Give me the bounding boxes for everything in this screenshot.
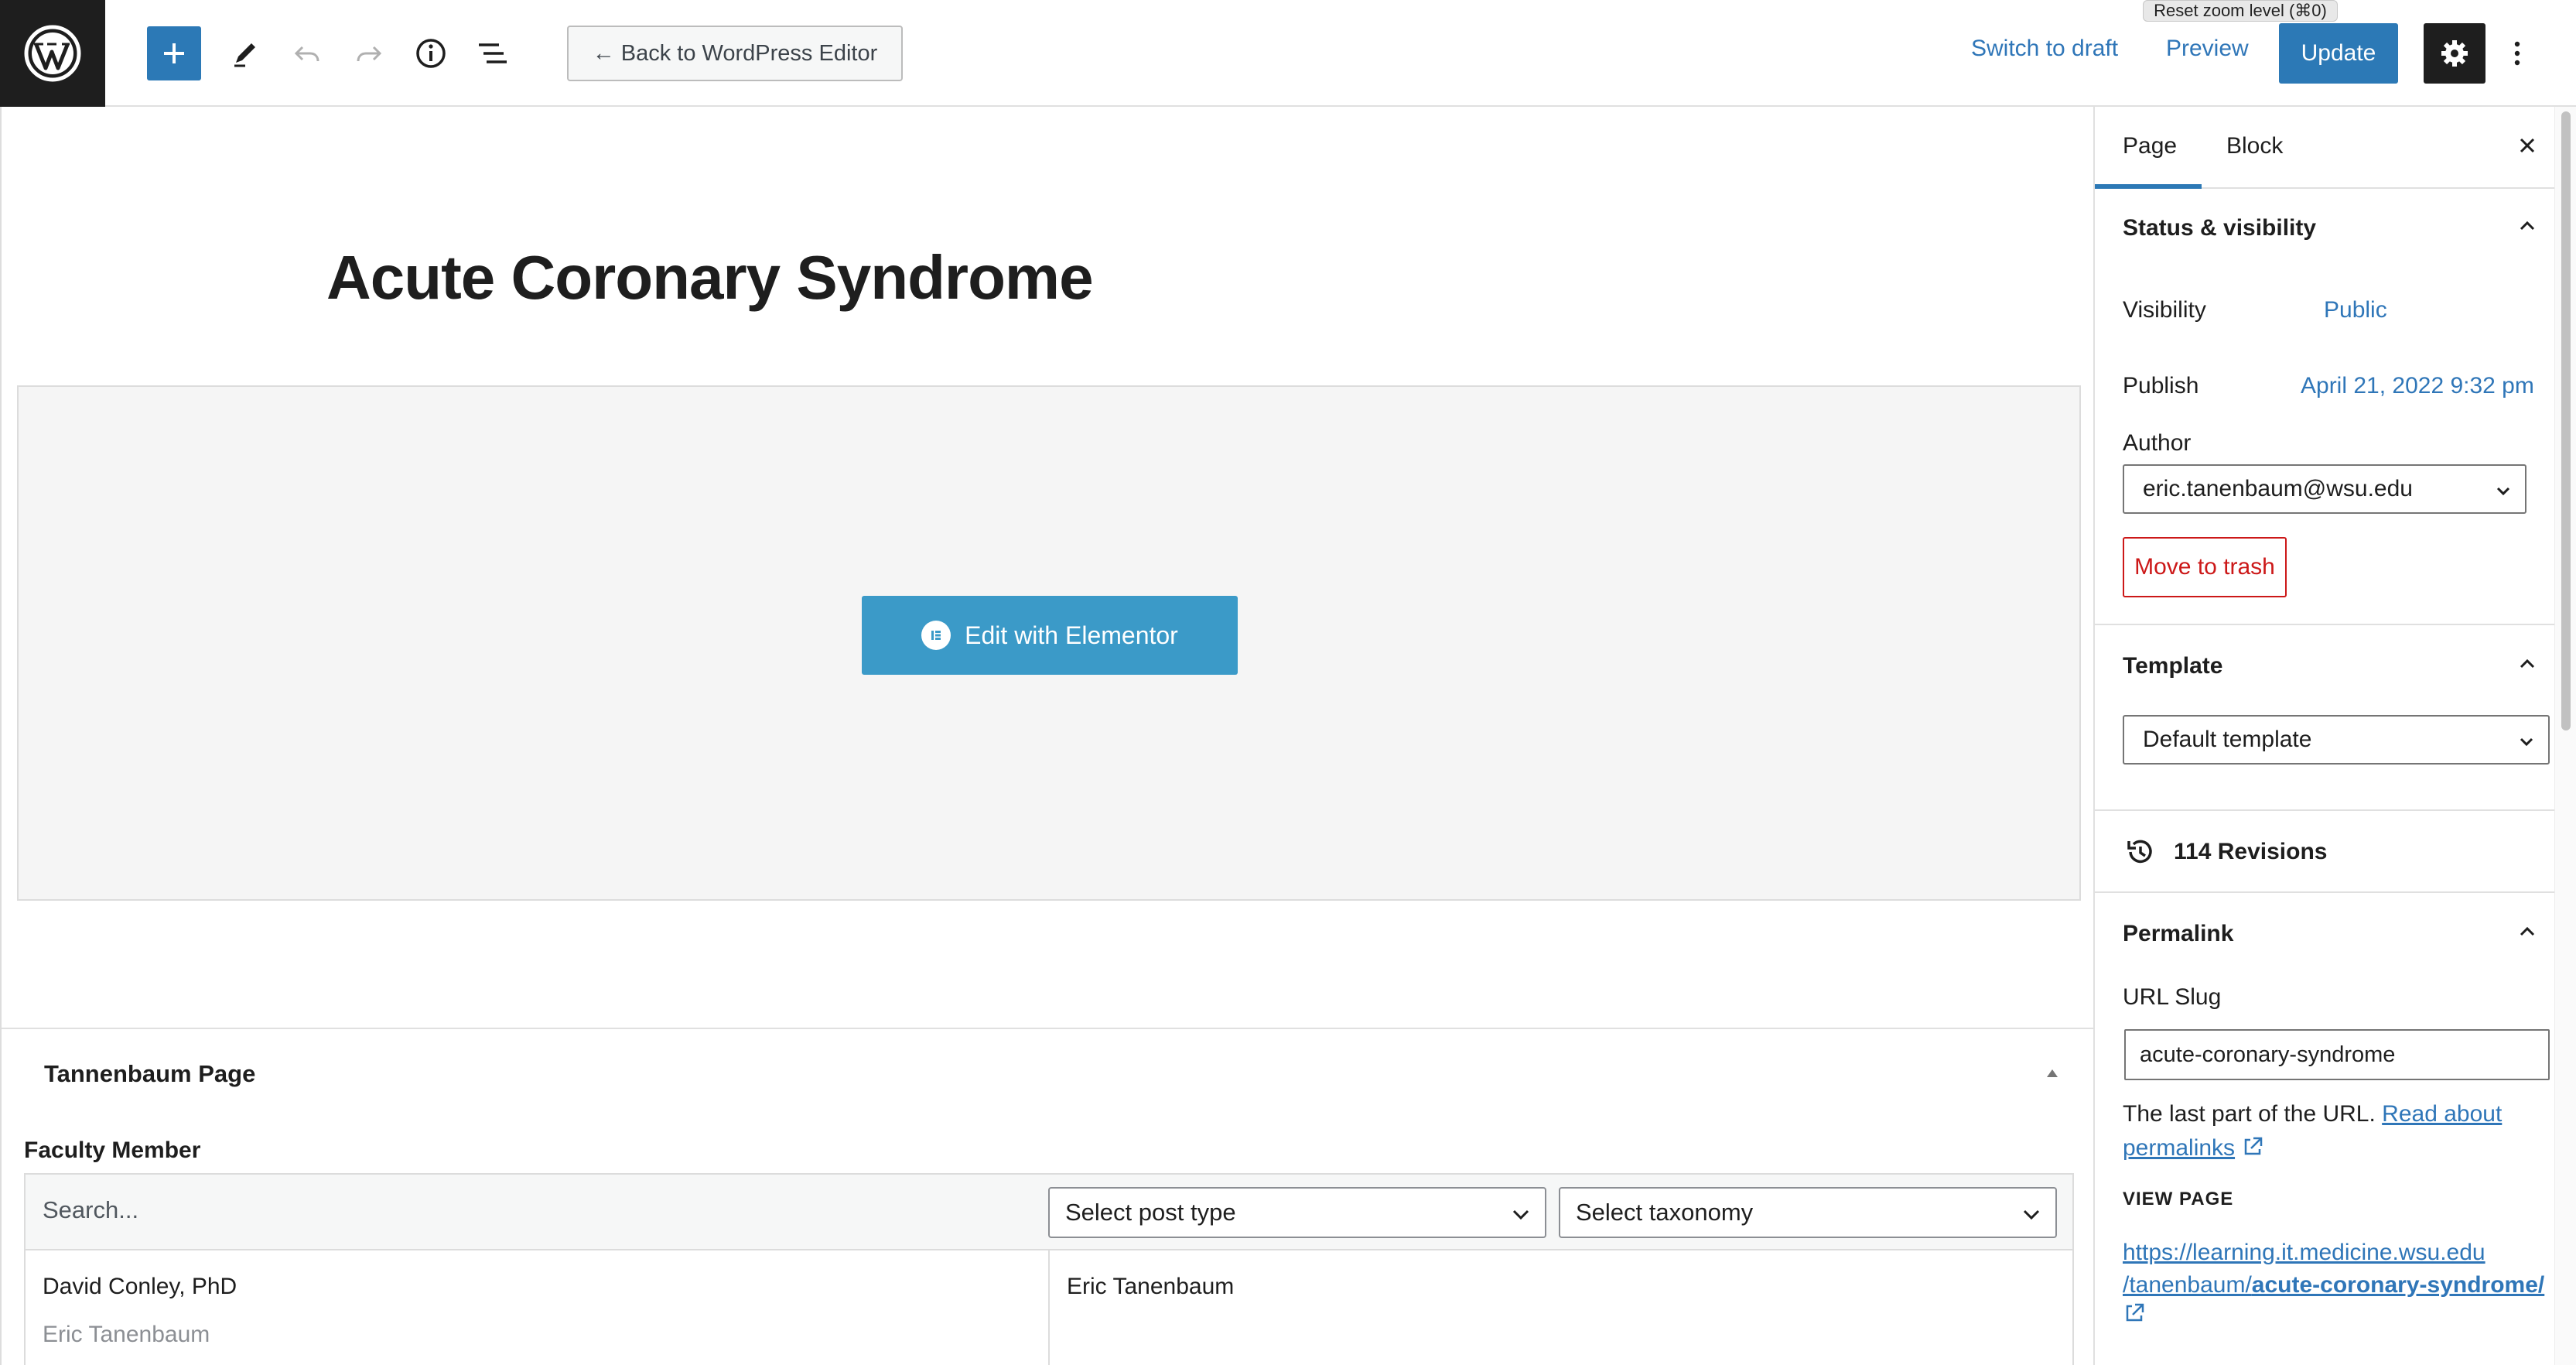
visibility-label: Visibility (2123, 297, 2206, 323)
template-select-value: Default template (2143, 727, 2312, 752)
view-page-label: VIEW PAGE (2123, 1189, 2234, 1209)
permalink-help: The last part of the URL. Read about per… (2123, 1097, 2540, 1165)
settings-sidebar: Page Block Status & visibility Visibilit… (2093, 107, 2556, 1365)
chevron-down-icon (2496, 487, 2510, 496)
sidebar-scrollbar[interactable] (2554, 107, 2576, 1365)
revisions-label: 114 Revisions (2174, 839, 2328, 864)
publish-date-toggle[interactable]: April 21, 2022 9:32 pm (2301, 373, 2534, 399)
chevron-down-icon (2520, 737, 2533, 747)
status-visibility-heading[interactable]: Status & visibility (2123, 215, 2316, 241)
chevron-up-icon[interactable] (2516, 653, 2538, 675)
taxonomy-select[interactable]: Select taxonomy (1559, 1187, 2057, 1238)
permalink-help-text: The last part of the URL. (2123, 1101, 2376, 1127)
selected-item[interactable]: Eric Tanenbaum (1067, 1274, 1234, 1300)
switch-to-draft-button[interactable]: Switch to draft (1971, 36, 2118, 62)
list-view-icon (479, 43, 507, 63)
close-icon (2520, 138, 2535, 153)
chevron-up-icon[interactable] (2516, 921, 2538, 942)
options-button[interactable] (2503, 23, 2531, 84)
edit-with-elementor-label: Edit with Elementor (965, 621, 1178, 649)
active-tab-indicator (2095, 184, 2202, 189)
chevron-up-icon[interactable] (2516, 215, 2538, 237)
panel-divider (2095, 809, 2556, 811)
author-label: Author (2123, 430, 2192, 456)
history-icon (2127, 840, 2152, 864)
permalink-url-base: https://learning.it.medicine.wsu.edu (2123, 1240, 2485, 1265)
faculty-member-label: Faculty Member (24, 1138, 201, 1163)
relationship-filters: Search... Select post type Select taxono… (26, 1175, 2072, 1250)
plus-icon (164, 43, 184, 63)
post-type-select[interactable]: Select post type (1048, 1187, 1546, 1238)
undo-button[interactable] (280, 26, 334, 80)
url-slug-input[interactable]: acute-coronary-syndrome (2124, 1029, 2550, 1080)
external-link-icon (2126, 1303, 2144, 1322)
chevron-down-icon (1512, 1209, 1529, 1220)
permalink-heading[interactable]: Permalink (2123, 921, 2233, 947)
template-select[interactable]: Default template (2123, 715, 2550, 765)
permalink-url: https://learning.it.medicine.wsu.edu/tan… (2123, 1237, 2556, 1334)
metabox-toggle-button[interactable] (2044, 1066, 2061, 1083)
back-to-editor-button[interactable]: ← Back to WordPress Editor (567, 26, 903, 81)
publish-label: Publish (2123, 373, 2199, 399)
redo-icon (357, 46, 382, 62)
external-link-icon (2245, 1137, 2263, 1155)
list-view-button[interactable] (466, 26, 520, 80)
tab-page[interactable]: Page (2123, 133, 2177, 159)
settings-button[interactable] (2424, 23, 2485, 84)
editor-canvas: Acute Coronary Syndrome Edit with Elemen… (0, 107, 2095, 1365)
move-to-trash-button[interactable]: Move to trash (2123, 537, 2287, 597)
choice-item-disabled[interactable]: Eric Tanenbaum (43, 1322, 210, 1348)
reset-zoom-tooltip: Reset zoom level (⌘0) (2143, 0, 2338, 22)
update-button[interactable]: Update (2279, 23, 2398, 84)
sidebar-tabs: Page Block (2095, 107, 2556, 189)
panel-divider (2095, 891, 2556, 893)
choice-item[interactable]: David Conley, PhD (43, 1274, 237, 1300)
pencil-icon (234, 43, 255, 67)
relationship-field: Search... Select post type Select taxono… (24, 1173, 2074, 1365)
info-icon (416, 39, 446, 68)
revisions-button[interactable]: 114 Revisions (2123, 833, 2525, 871)
details-button[interactable] (404, 26, 458, 80)
author-select-value: eric.tanenbaum@wsu.edu (2143, 476, 2413, 501)
edit-with-elementor-button[interactable]: Edit with Elementor (862, 596, 1238, 675)
visibility-toggle[interactable]: Public (2324, 297, 2387, 323)
url-slug-label: URL Slug (2123, 984, 2222, 1010)
permalink-url-path: /tanenbaum/ (2123, 1272, 2252, 1298)
taxonomy-select-label: Select taxonomy (1576, 1199, 1754, 1226)
elementor-icon (921, 621, 951, 650)
template-heading[interactable]: Template (2123, 653, 2222, 679)
relationship-column-divider (1048, 1250, 1050, 1365)
post-type-select-label: Select post type (1065, 1199, 1236, 1226)
tools-button[interactable] (218, 26, 272, 80)
panel-divider (2095, 624, 2556, 625)
chevron-down-icon (2023, 1209, 2040, 1220)
scrollbar-thumb[interactable] (2561, 111, 2571, 730)
gear-icon (2441, 40, 2468, 67)
page-title[interactable]: Acute Coronary Syndrome (326, 242, 1094, 313)
preview-button[interactable]: Preview (2166, 36, 2249, 62)
relationship-search-input[interactable]: Search... (43, 1196, 138, 1224)
author-select[interactable]: eric.tanenbaum@wsu.edu (2123, 464, 2526, 514)
elementor-placeholder: Edit with Elementor (17, 385, 2081, 901)
block-inserter-button[interactable] (147, 26, 201, 80)
permalink-link[interactable]: https://learning.it.medicine.wsu.edu/tan… (2123, 1240, 2544, 1298)
tab-block[interactable]: Block (2226, 133, 2283, 159)
redo-button[interactable] (342, 26, 396, 80)
wordpress-logo-icon[interactable] (0, 0, 105, 107)
undo-icon (294, 46, 319, 62)
metabox-title: Tannenbaum Page (44, 1060, 256, 1087)
triangle-up-icon (2047, 1069, 2058, 1077)
tannenbaum-page-metabox: Tannenbaum Page Faculty Member Search...… (2, 1028, 2095, 1365)
close-sidebar-button[interactable] (2516, 135, 2538, 160)
permalink-url-slug: acute-coronary-syndrome/ (2251, 1272, 2545, 1298)
more-vertical-icon (2514, 41, 2520, 66)
editor-header: ← Back to WordPress Editor Reset zoom le… (0, 0, 2576, 107)
